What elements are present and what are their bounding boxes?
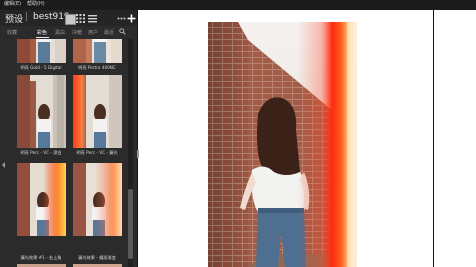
preset-preview-image	[17, 75, 66, 148]
preset-caption: 明亮 Gold - 5 Digital	[20, 65, 62, 70]
menu-bar: 编辑(E) 帮助(H)	[0, 0, 476, 10]
preset-preview-image	[73, 75, 122, 148]
tab-user[interactable]: 用户	[88, 29, 98, 36]
preset-caption: 明亮 Porc - VC - 漏光	[76, 150, 118, 155]
presets-title: 预设	[5, 15, 24, 25]
separator: |	[25, 12, 29, 22]
preset-preview-image	[73, 39, 122, 63]
menu-help[interactable]: 帮助(H)	[27, 1, 45, 8]
search-icon[interactable]	[119, 28, 126, 35]
menu-edit[interactable]: 编辑(E)	[4, 1, 21, 8]
list-view-icon[interactable]	[88, 14, 97, 23]
tab-favorites[interactable]: 收藏	[7, 29, 17, 36]
preset-thumbnail[interactable]	[17, 163, 66, 236]
panel-scrollbar[interactable]	[128, 39, 133, 267]
tab-bw[interactable]: 黑白	[55, 29, 65, 36]
preset-preview-image	[73, 163, 122, 236]
preset-caption: 明亮 Porc - VC - 漂白	[20, 150, 62, 155]
preset-thumbnail[interactable]	[73, 163, 122, 236]
preset-thumbnail[interactable]	[17, 39, 66, 63]
scrollbar-thumb[interactable]	[128, 189, 133, 259]
preset-caption: 漏光效果 #1 - 右上角	[20, 255, 62, 260]
collapse-left-arrow-icon[interactable]	[2, 162, 5, 168]
preset-thumbnail[interactable]	[73, 39, 122, 63]
preset-thumbnail[interactable]	[73, 75, 122, 148]
preset-preview-image	[17, 39, 66, 63]
main-photo-preview[interactable]	[208, 22, 357, 267]
active-tab-indicator	[36, 37, 49, 38]
preset-thumbnail[interactable]	[17, 75, 66, 148]
tab-warm-cool[interactable]: 冷暖	[72, 29, 82, 36]
tab-color[interactable]: 彩色	[37, 29, 47, 36]
preset-category-tabs: 收藏 彩色 黑白 冷暖 用户 最近	[0, 27, 137, 39]
preset-preview-image	[17, 163, 66, 236]
preset-caption: 明亮 Portra 400NC	[78, 65, 116, 70]
add-preset-icon[interactable]	[127, 14, 136, 23]
grid-view-icon[interactable]	[76, 14, 85, 23]
more-options-icon[interactable]	[117, 14, 126, 23]
photo-image	[208, 22, 357, 267]
canvas-right-margin	[433, 10, 476, 267]
panel-header: 预设 | best919	[0, 10, 137, 26]
preset-caption: 漏光效果 - 耀斑渐变	[78, 255, 116, 260]
presets-panel: 预设 | best919 收藏 彩色 黑白 冷暖 用户 最近 明亮 Gold -…	[0, 10, 138, 267]
preset-set-swatch[interactable]	[65, 14, 76, 25]
tab-recent[interactable]: 最近	[104, 29, 114, 36]
